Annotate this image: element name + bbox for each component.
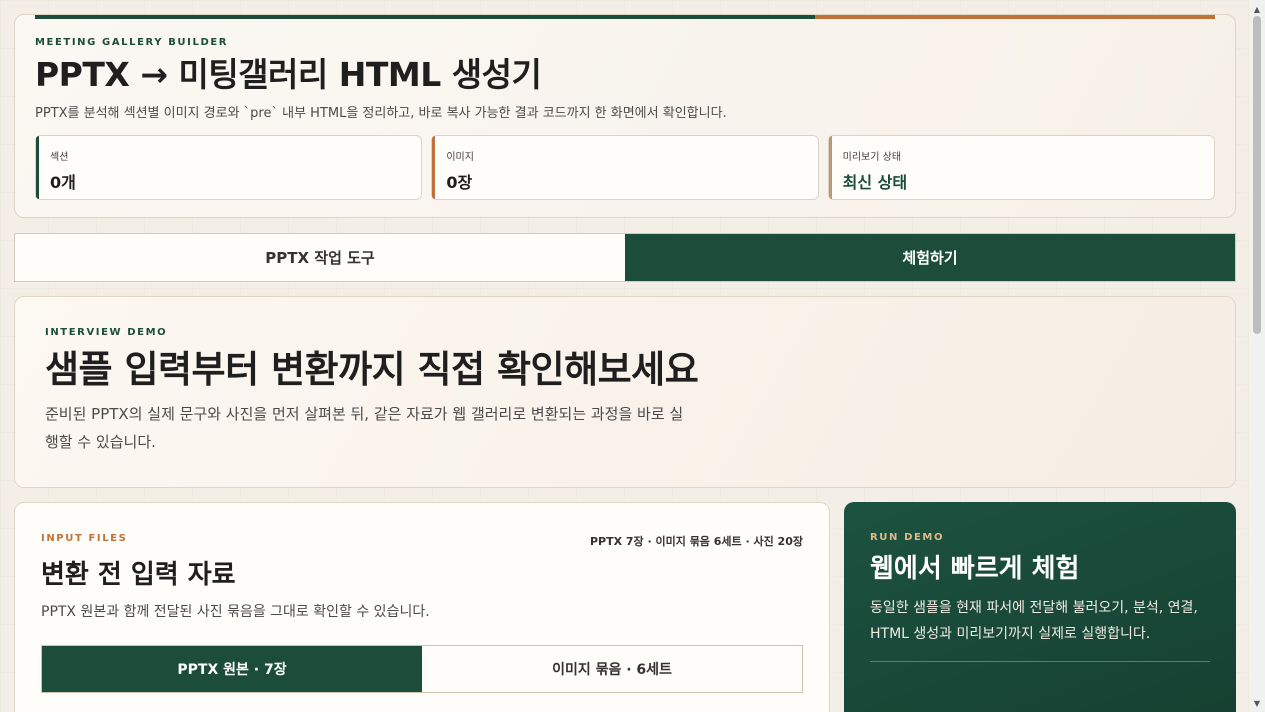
scrollbar-thumb[interactable] <box>1253 16 1261 334</box>
input-files-eyebrow: INPUT FILES <box>41 533 128 544</box>
stat-card-sections: 섹션 0개 <box>35 135 423 200</box>
run-demo-divider <box>870 661 1210 662</box>
run-demo-card: RUN DEMO 웹에서 빠르게 체험 동일한 샘플을 현재 파서에 전달해 불… <box>844 502 1236 712</box>
stat-value: 최신 상태 <box>842 173 908 192</box>
input-files-title: 변환 전 입력 자료 <box>41 560 236 590</box>
interview-title: 샘플 입력부터 변환까지 직접 확인해보세요 <box>45 348 699 391</box>
input-files-card: INPUT FILES PPTX 7장 · 이미지 묶음 6세트 · 사진 20… <box>14 502 830 712</box>
interview-demo-card: INTERVIEW DEMO 샘플 입력부터 변환까지 직접 확인해보세요 준비… <box>14 296 1236 488</box>
input-files-meta: PPTX 7장 · 이미지 묶음 6세트 · 사진 20장 <box>589 535 803 548</box>
run-demo-title: 웹에서 빠르게 체험 <box>870 554 1080 584</box>
stat-value: 0장 <box>446 173 473 192</box>
scroll-up-arrow-icon[interactable]: ▲ <box>1249 2 1265 16</box>
input-files-subtitle: PPTX 원본과 함께 전달된 사진 묶음을 그대로 확인할 수 있습니다. <box>41 604 430 620</box>
stat-card-preview-status: 미리보기 상태 최신 상태 <box>827 135 1215 200</box>
hero-eyebrow: MEETING GALLERY BUILDER <box>35 37 229 48</box>
interview-description: 준비된 PPTX의 실제 문구와 사진을 먼저 살펴본 뒤, 같은 자료가 웹 … <box>45 405 684 451</box>
interview-eyebrow: INTERVIEW DEMO <box>45 327 168 338</box>
content-row: INPUT FILES PPTX 7장 · 이미지 묶음 6세트 · 사진 20… <box>14 502 1236 712</box>
hero-description: PPTX를 분석해 섹션별 이미지 경로와 `pre` 내부 HTML을 정리하… <box>35 106 727 121</box>
run-demo-description: 동일한 샘플을 현재 파서에 전달해 불러오기, 분석, 연결, HTML 생성… <box>870 600 1198 642</box>
stat-card-images: 이미지 0장 <box>431 135 819 200</box>
input-files-tabs: PPTX 원본 · 7장 이미지 묶음 · 6세트 <box>41 645 803 693</box>
main-tabs: PPTX 작업 도구 체험하기 <box>14 233 1236 282</box>
scroll-down-arrow-icon[interactable]: ▼ <box>1249 696 1265 710</box>
hero-accent-bar <box>35 15 1215 19</box>
stat-value: 0개 <box>50 173 76 192</box>
stats-row: 섹션 0개 이미지 0장 미리보기 상태 최신 상태 <box>35 135 1215 200</box>
page: MEETING GALLERY BUILDER PPTX → 미팅갤러리 HTM… <box>14 14 1236 712</box>
tab-try-demo[interactable]: 체험하기 <box>625 234 1235 281</box>
stat-label: 섹션 <box>50 152 69 163</box>
stat-label: 미리보기 상태 <box>842 152 902 163</box>
accent-bar-orange <box>815 15 1215 19</box>
vertical-scrollbar[interactable]: ▲ ▼ <box>1249 0 1265 712</box>
stat-label: 이미지 <box>446 152 474 163</box>
run-demo-eyebrow: RUN DEMO <box>870 532 945 543</box>
tab-pptx-original[interactable]: PPTX 원본 · 7장 <box>42 646 422 692</box>
accent-bar-green <box>35 15 815 19</box>
page-title: PPTX → 미팅갤러리 HTML 생성기 <box>35 55 542 94</box>
tab-image-bundles[interactable]: 이미지 묶음 · 6세트 <box>422 646 802 692</box>
tab-pptx-tools[interactable]: PPTX 작업 도구 <box>15 234 625 281</box>
hero-card: MEETING GALLERY BUILDER PPTX → 미팅갤러리 HTM… <box>14 14 1236 218</box>
